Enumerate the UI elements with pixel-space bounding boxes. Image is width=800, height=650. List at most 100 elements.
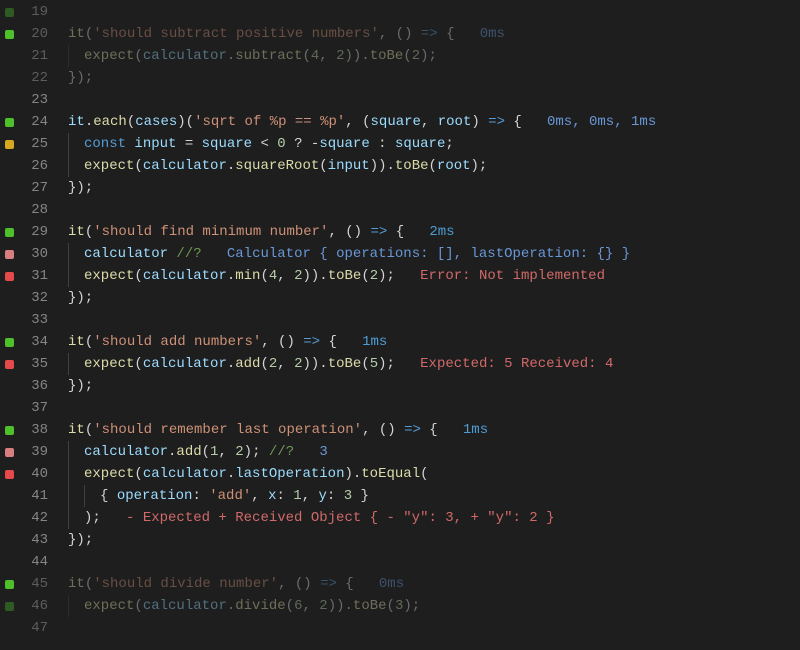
code-content[interactable]: expect(calculator.subtract(4, 2)).toBe(2… [50, 45, 437, 67]
line-number: 24 [18, 111, 50, 133]
code-line[interactable]: 34it('should add numbers', () => { 1ms [0, 331, 800, 353]
code-token: ( [387, 598, 395, 614]
code-token: add [235, 356, 260, 372]
code-content[interactable]: calculator //? Calculator { operations: … [50, 243, 630, 265]
code-content[interactable]: it('should remember last operation', () … [50, 419, 488, 441]
code-token: square [319, 136, 369, 152]
code-token: y [319, 488, 327, 504]
code-content[interactable]: it('should add numbers', () => { 1ms [50, 331, 387, 353]
code-token: square [202, 136, 252, 152]
code-token: toBe [370, 48, 404, 64]
code-token: ( [85, 26, 93, 42]
code-line[interactable]: 45it('should divide number', () => { 0ms [0, 573, 800, 595]
code-token: ( [134, 158, 142, 174]
line-number: 27 [18, 177, 50, 199]
code-content[interactable]: expect(calculator.lastOperation).toEqual… [50, 463, 429, 485]
code-line[interactable]: 33 [0, 309, 800, 331]
code-line[interactable]: 41{ operation: 'add', x: 1, y: 3 } [0, 485, 800, 507]
line-number: 20 [18, 23, 50, 45]
test-status-marker [0, 221, 18, 243]
code-token: expect [84, 48, 134, 64]
code-token: Expected: 5 Received: 4 [420, 356, 613, 372]
code-content[interactable]: it('should find minimum number', () => {… [50, 221, 455, 243]
code-content[interactable]: expect(calculator.squareRoot(input)).toB… [50, 155, 487, 177]
code-token: ( [134, 598, 142, 614]
code-token: min [235, 268, 260, 284]
code-content[interactable]: expect(calculator.add(2, 2)).toBe(5); Ex… [50, 353, 613, 375]
code-line[interactable]: 40expect(calculator.lastOperation).toEqu… [0, 463, 800, 485]
code-content[interactable]: }); [50, 529, 93, 551]
line-number: 28 [18, 199, 50, 221]
code-line[interactable]: 35expect(calculator.add(2, 2)).toBe(5); … [0, 353, 800, 375]
status-dot-icon [5, 52, 14, 61]
code-content[interactable]: it.each(cases)('sqrt of %p == %p', (squa… [50, 111, 656, 133]
test-status-marker [0, 397, 18, 419]
code-line[interactable]: 19 [0, 1, 800, 23]
code-content[interactable]: calculator.add(1, 2); //? 3 [50, 441, 328, 463]
status-dot-icon [5, 74, 14, 83]
test-status-marker [0, 441, 18, 463]
code-content[interactable]: { operation: 'add', x: 1, y: 3 } [50, 485, 369, 507]
code-line[interactable]: 30calculator //? Calculator { operations… [0, 243, 800, 265]
code-content[interactable]: ); - Expected + Received Object { - "y":… [50, 507, 555, 529]
code-token: , [277, 268, 294, 284]
code-line[interactable]: 36}); [0, 375, 800, 397]
code-token: Error: Not implemented [420, 268, 605, 284]
code-line[interactable]: 46expect(calculator.divide(6, 2)).toBe(3… [0, 595, 800, 617]
code-content[interactable]: }); [50, 177, 93, 199]
test-status-marker [0, 199, 18, 221]
status-dot-icon [5, 250, 14, 259]
line-number: 21 [18, 45, 50, 67]
code-token: subtract [235, 48, 302, 64]
code-token: ); [378, 268, 420, 284]
code-token: ( [134, 466, 142, 482]
test-status-marker [0, 23, 18, 45]
code-content[interactable]: }); [50, 67, 93, 89]
status-dot-icon [5, 624, 14, 633]
code-line[interactable]: 26expect(calculator.squareRoot(input)).t… [0, 155, 800, 177]
code-line[interactable]: 27}); [0, 177, 800, 199]
code-token: 0ms, 0ms, 1ms [547, 114, 656, 130]
code-token: 2 [235, 444, 243, 460]
code-line[interactable]: 37 [0, 397, 800, 419]
line-number: 42 [18, 507, 50, 529]
code-line[interactable]: 39calculator.add(1, 2); //? 3 [0, 441, 800, 463]
code-token: ( [319, 158, 327, 174]
code-token: ); [378, 356, 420, 372]
code-line[interactable]: 29it('should find minimum number', () =>… [0, 221, 800, 243]
code-line[interactable]: 43}); [0, 529, 800, 551]
code-content[interactable]: }); [50, 287, 93, 309]
code-content[interactable]: expect(calculator.divide(6, 2)).toBe(3); [50, 595, 420, 617]
code-content[interactable]: it('should divide number', () => { 0ms [50, 573, 404, 595]
code-content[interactable]: }); [50, 375, 93, 397]
code-line[interactable]: 23 [0, 89, 800, 111]
code-line[interactable]: 21expect(calculator.subtract(4, 2)).toBe… [0, 45, 800, 67]
code-token: { [438, 26, 480, 42]
code-token [202, 246, 227, 262]
code-content[interactable]: const input = square < 0 ? -square : squ… [50, 133, 454, 155]
code-token: 5 [370, 356, 378, 372]
test-status-marker [0, 265, 18, 287]
code-content[interactable]: expect(calculator.min(4, 2)).toBe(2); Er… [50, 265, 605, 287]
code-line[interactable]: 24it.each(cases)('sqrt of %p == %p', (sq… [0, 111, 800, 133]
code-line[interactable]: 38it('should remember last operation', (… [0, 419, 800, 441]
code-token: it [68, 576, 85, 592]
code-token: expect [84, 268, 134, 284]
code-line[interactable]: 32}); [0, 287, 800, 309]
code-token: calculator [143, 466, 227, 482]
code-token: , () [278, 576, 320, 592]
code-line[interactable]: 22}); [0, 67, 800, 89]
code-line[interactable]: 28 [0, 199, 800, 221]
code-token: 'should add numbers' [93, 334, 261, 350]
code-content[interactable]: it('should subtract positive numbers', (… [50, 23, 505, 45]
code-editor[interactable]: 1920it('should subtract positive numbers… [0, 0, 800, 650]
code-line[interactable]: 20it('should subtract positive numbers',… [0, 23, 800, 45]
code-line[interactable]: 44 [0, 551, 800, 573]
code-line[interactable]: 31expect(calculator.min(4, 2)).toBe(2); … [0, 265, 800, 287]
code-token: toBe [328, 268, 362, 284]
code-line[interactable]: 47 [0, 617, 800, 639]
code-line[interactable]: 25const input = square < 0 ? -square : s… [0, 133, 800, 155]
code-token: ( [403, 48, 411, 64]
indent-guide [68, 463, 69, 485]
code-line[interactable]: 42); - Expected + Received Object { - "y… [0, 507, 800, 529]
